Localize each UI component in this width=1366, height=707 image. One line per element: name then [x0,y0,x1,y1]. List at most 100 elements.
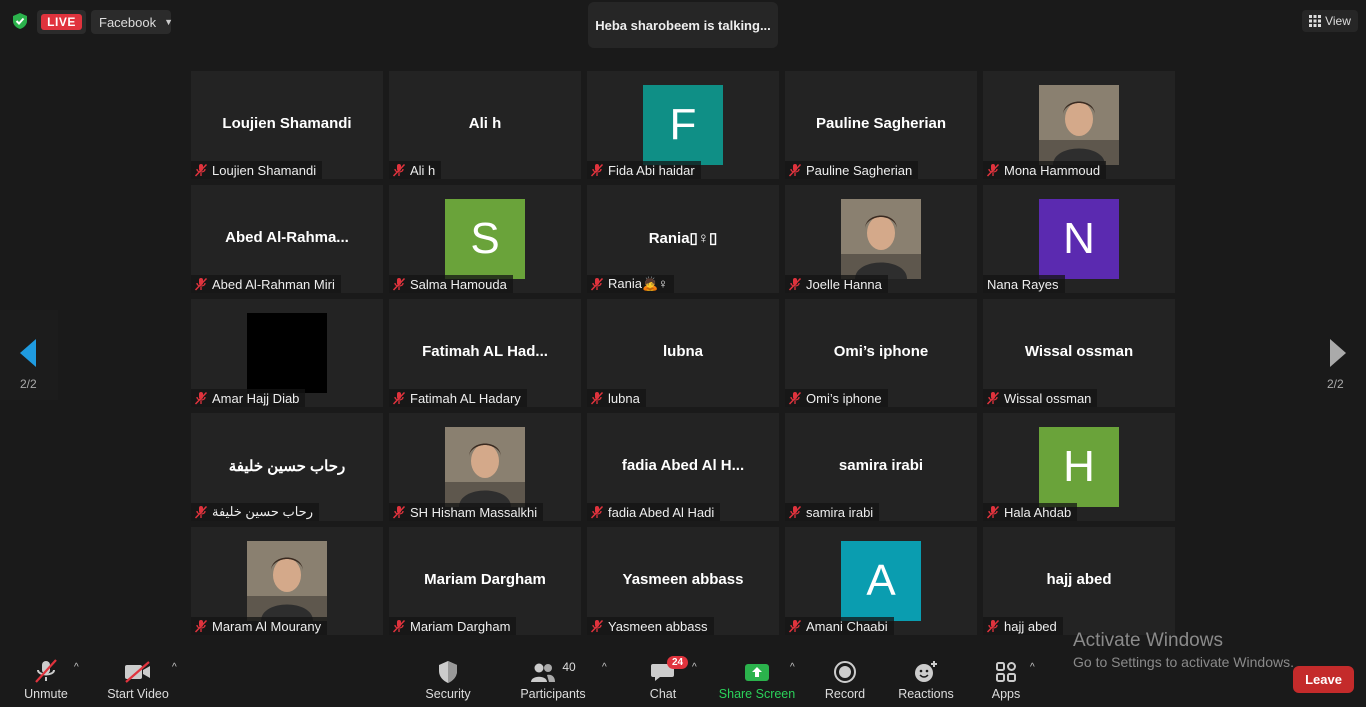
participant-tile[interactable]: hajj abed hajj abed [983,527,1175,635]
windows-activation-watermark: Activate Windows Go to Settings to activ… [1073,630,1294,670]
security-shield-icon [439,661,457,683]
participant-name-label: hajj abed [983,617,1063,635]
participant-tile[interactable]: H Hala Ahdab [983,413,1175,521]
muted-mic-icon [788,391,802,405]
participants-label: Participants [520,687,586,701]
participant-initial-avatar: A [841,541,921,621]
participant-display-name: Fatimah AL Had... [422,343,548,360]
participant-tile[interactable]: Yasmeen abbass Yasmeen abbass [587,527,779,635]
participant-tile[interactable]: Pauline Sagherian Pauline Sagherian [785,71,977,179]
start-video-button[interactable]: Start Video [104,650,172,707]
participant-name-text: hajj abed [1004,618,1057,634]
view-button[interactable]: View [1302,10,1358,32]
participant-name-label: Ali h [389,161,442,179]
muted-mic-icon [788,163,802,177]
security-label: Security [425,687,471,701]
participant-name-text: Abed Al-Rahman Miri [212,276,335,292]
muted-mic-icon [194,619,208,633]
share-screen-button[interactable]: Share Screen [718,650,796,707]
participant-tile[interactable]: Fatimah AL Had... Fatimah AL Hadary [389,299,581,407]
view-label: View [1325,14,1351,28]
participant-tile[interactable]: Omi’s iphone Omi’s iphone [785,299,977,407]
participants-count: 40 [562,660,576,674]
participant-tile[interactable]: Maram Al Mourany [191,527,383,635]
participant-name-text: SH Hisham Massalkhi [410,504,538,520]
participant-name-label: fadia Abed Al Hadi [587,503,721,521]
participant-name-label: Omi’s iphone [785,389,888,407]
share-options-caret-icon[interactable]: ^ [790,662,795,673]
participant-name-text: Rania🙇♀ [608,276,668,291]
participant-display-name: رحاب حسين خليفة [228,458,346,475]
participant-name-label: Fida Abi haidar [587,161,701,179]
participant-tile[interactable]: Loujien Shamandi Loujien Shamandi [191,71,383,179]
muted-mic-icon [392,619,406,633]
participant-name-text: Hala Ahdab [1004,504,1072,520]
participant-name-label: Amani Chaabi [785,617,894,635]
live-indicator[interactable]: LIVE [37,10,86,34]
participant-name-label: Wissal ossman [983,389,1098,407]
participant-profile-photo [247,541,327,621]
participant-display-name: Rania▯♀▯ [648,230,718,247]
page-indicator-left: 2/2 [20,377,37,391]
participant-tile[interactable]: F Fida Abi haidar [587,71,779,179]
chat-label: Chat [649,687,677,701]
participant-name-text: Joelle Hanna [806,276,882,292]
participant-tile[interactable]: N Nana Rayes [983,185,1175,293]
participant-display-name: Ali h [468,115,502,132]
stream-target-dropdown[interactable]: Facebook ▼ [91,10,173,34]
participant-tile[interactable]: S Salma Hamouda [389,185,581,293]
participant-tile[interactable]: A Amani Chaabi [785,527,977,635]
participant-display-name: Abed Al-Rahma... [225,229,349,246]
participant-tile[interactable]: Mona Hammoud [983,71,1175,179]
participant-name-text: Fatimah AL Hadary [410,390,521,406]
participant-tile[interactable]: Mariam Dargham Mariam Dargham [389,527,581,635]
muted-mic-icon [788,619,802,633]
next-page-button[interactable]: 2/2 [1308,310,1366,400]
previous-page-button[interactable]: 2/2 [0,310,58,400]
participants-options-caret-icon[interactable]: ^ [602,662,607,673]
encryption-shield-icon[interactable] [11,12,29,30]
participant-initial-avatar: F [643,85,723,165]
participant-name-text: Fida Abi haidar [608,162,695,178]
arrow-left-icon [20,339,36,367]
participant-name-text: Amar Hajj Diab [212,390,300,406]
leave-button[interactable]: Leave [1293,666,1354,693]
participant-tile[interactable]: fadia Abed Al H... fadia Abed Al Hadi [587,413,779,521]
participant-tile[interactable]: Amar Hajj Diab [191,299,383,407]
participant-name-label: Hala Ahdab [983,503,1078,521]
participant-tile[interactable]: samira irabi samira irabi [785,413,977,521]
participant-display-name: samira irabi [838,457,924,474]
muted-mic-icon [590,277,604,291]
top-bar: LIVE Facebook ▼ Heba sharobeem is talkin… [0,0,1366,48]
participant-display-name: Yasmeen abbass [622,571,744,588]
participant-initial-avatar: S [445,199,525,279]
participant-tile[interactable]: Wissal ossman Wissal ossman [983,299,1175,407]
participant-tile[interactable]: lubna lubna [587,299,779,407]
chat-options-caret-icon[interactable]: ^ [692,662,697,673]
participant-name-label: Maram Al Mourany [191,617,328,635]
video-options-caret-icon[interactable]: ^ [172,662,177,673]
participant-name-label: Pauline Sagherian [785,161,919,179]
start-video-label: Start Video [107,687,169,701]
participant-name-label: Fatimah AL Hadary [389,389,527,407]
muted-mic-icon [392,505,406,519]
participant-name-text: samira irabi [806,504,874,520]
active-speaker-banner: Heba sharobeem is talking... [588,2,778,48]
participant-tile[interactable]: Abed Al-Rahma... Abed Al-Rahman Miri [191,185,383,293]
muted-mic-icon [392,163,406,177]
audio-options-caret-icon[interactable]: ^ [74,662,79,673]
participant-tile[interactable]: Ali h Ali h [389,71,581,179]
participant-name-label: Joelle Hanna [785,275,888,293]
muted-mic-icon [194,277,208,291]
apps-button[interactable]: Apps [984,650,1028,707]
record-button[interactable]: Record [820,650,870,707]
reactions-button[interactable]: Reactions [896,650,956,707]
participants-button[interactable]: 40 Participants [518,650,588,707]
participant-tile[interactable]: Joelle Hanna [785,185,977,293]
unmute-button[interactable]: Unmute [16,650,76,707]
apps-options-caret-icon[interactable]: ^ [1030,662,1035,673]
participant-tile[interactable]: Rania▯♀▯ Rania🙇♀ [587,185,779,293]
security-button[interactable]: Security [420,650,476,707]
participant-tile[interactable]: رحاب حسين خليفة رحاب حسين خليفة [191,413,383,521]
participant-tile[interactable]: SH Hisham Massalkhi [389,413,581,521]
